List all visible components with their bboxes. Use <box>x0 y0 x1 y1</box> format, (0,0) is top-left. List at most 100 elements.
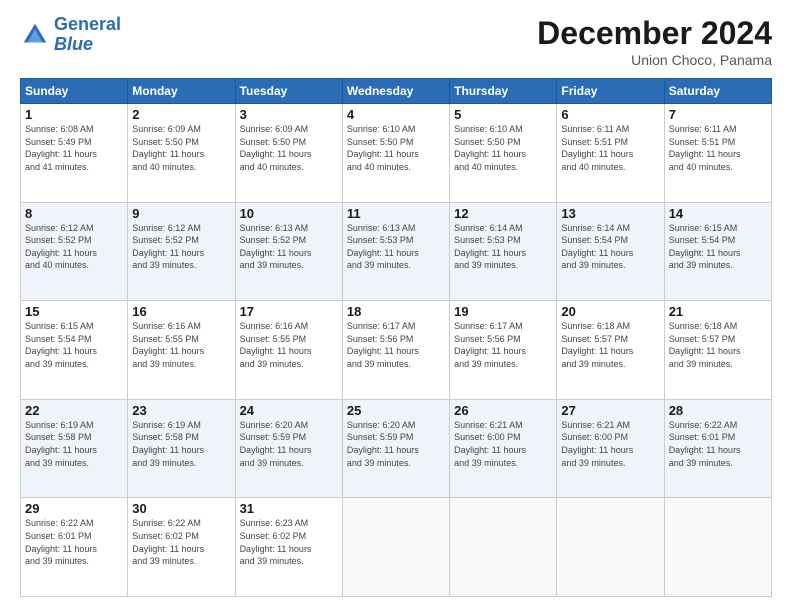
day-number: 4 <box>347 107 445 122</box>
day-info: Sunrise: 6:13 AM Sunset: 5:52 PM Dayligh… <box>240 222 338 272</box>
day-number: 3 <box>240 107 338 122</box>
calendar-cell: 12Sunrise: 6:14 AM Sunset: 5:53 PM Dayli… <box>450 202 557 301</box>
weekday-header-saturday: Saturday <box>664 79 771 104</box>
day-info: Sunrise: 6:21 AM Sunset: 6:00 PM Dayligh… <box>454 419 552 469</box>
day-info: Sunrise: 6:11 AM Sunset: 5:51 PM Dayligh… <box>669 123 767 173</box>
calendar-cell: 27Sunrise: 6:21 AM Sunset: 6:00 PM Dayli… <box>557 399 664 498</box>
day-number: 17 <box>240 304 338 319</box>
calendar-week-3: 15Sunrise: 6:15 AM Sunset: 5:54 PM Dayli… <box>21 301 772 400</box>
calendar-cell: 4Sunrise: 6:10 AM Sunset: 5:50 PM Daylig… <box>342 104 449 203</box>
calendar-cell: 29Sunrise: 6:22 AM Sunset: 6:01 PM Dayli… <box>21 498 128 597</box>
calendar-cell: 24Sunrise: 6:20 AM Sunset: 5:59 PM Dayli… <box>235 399 342 498</box>
calendar-cell: 9Sunrise: 6:12 AM Sunset: 5:52 PM Daylig… <box>128 202 235 301</box>
calendar-body: 1Sunrise: 6:08 AM Sunset: 5:49 PM Daylig… <box>21 104 772 597</box>
day-info: Sunrise: 6:11 AM Sunset: 5:51 PM Dayligh… <box>561 123 659 173</box>
calendar-cell: 6Sunrise: 6:11 AM Sunset: 5:51 PM Daylig… <box>557 104 664 203</box>
day-info: Sunrise: 6:15 AM Sunset: 5:54 PM Dayligh… <box>25 320 123 370</box>
day-number: 26 <box>454 403 552 418</box>
logo: General Blue <box>20 15 121 55</box>
day-number: 19 <box>454 304 552 319</box>
logo-icon <box>20 20 50 50</box>
calendar-cell: 11Sunrise: 6:13 AM Sunset: 5:53 PM Dayli… <box>342 202 449 301</box>
day-info: Sunrise: 6:10 AM Sunset: 5:50 PM Dayligh… <box>347 123 445 173</box>
logo-line1: General <box>54 14 121 34</box>
calendar-week-4: 22Sunrise: 6:19 AM Sunset: 5:58 PM Dayli… <box>21 399 772 498</box>
day-number: 10 <box>240 206 338 221</box>
day-info: Sunrise: 6:17 AM Sunset: 5:56 PM Dayligh… <box>454 320 552 370</box>
day-info: Sunrise: 6:22 AM Sunset: 6:02 PM Dayligh… <box>132 517 230 567</box>
calendar-cell: 14Sunrise: 6:15 AM Sunset: 5:54 PM Dayli… <box>664 202 771 301</box>
calendar-week-5: 29Sunrise: 6:22 AM Sunset: 6:01 PM Dayli… <box>21 498 772 597</box>
weekday-header-tuesday: Tuesday <box>235 79 342 104</box>
day-info: Sunrise: 6:09 AM Sunset: 5:50 PM Dayligh… <box>132 123 230 173</box>
day-info: Sunrise: 6:13 AM Sunset: 5:53 PM Dayligh… <box>347 222 445 272</box>
day-number: 29 <box>25 501 123 516</box>
day-info: Sunrise: 6:12 AM Sunset: 5:52 PM Dayligh… <box>132 222 230 272</box>
calendar-cell: 25Sunrise: 6:20 AM Sunset: 5:59 PM Dayli… <box>342 399 449 498</box>
day-info: Sunrise: 6:18 AM Sunset: 5:57 PM Dayligh… <box>561 320 659 370</box>
calendar-cell: 28Sunrise: 6:22 AM Sunset: 6:01 PM Dayli… <box>664 399 771 498</box>
calendar-cell: 5Sunrise: 6:10 AM Sunset: 5:50 PM Daylig… <box>450 104 557 203</box>
calendar-cell: 7Sunrise: 6:11 AM Sunset: 5:51 PM Daylig… <box>664 104 771 203</box>
day-info: Sunrise: 6:09 AM Sunset: 5:50 PM Dayligh… <box>240 123 338 173</box>
day-number: 24 <box>240 403 338 418</box>
day-number: 20 <box>561 304 659 319</box>
calendar-cell: 17Sunrise: 6:16 AM Sunset: 5:55 PM Dayli… <box>235 301 342 400</box>
day-number: 7 <box>669 107 767 122</box>
day-info: Sunrise: 6:21 AM Sunset: 6:00 PM Dayligh… <box>561 419 659 469</box>
day-info: Sunrise: 6:10 AM Sunset: 5:50 PM Dayligh… <box>454 123 552 173</box>
calendar-cell: 8Sunrise: 6:12 AM Sunset: 5:52 PM Daylig… <box>21 202 128 301</box>
calendar-cell: 31Sunrise: 6:23 AM Sunset: 6:02 PM Dayli… <box>235 498 342 597</box>
calendar-cell <box>342 498 449 597</box>
calendar-cell: 23Sunrise: 6:19 AM Sunset: 5:58 PM Dayli… <box>128 399 235 498</box>
calendar-cell: 22Sunrise: 6:19 AM Sunset: 5:58 PM Dayli… <box>21 399 128 498</box>
calendar-cell <box>450 498 557 597</box>
weekday-header-friday: Friday <box>557 79 664 104</box>
day-number: 13 <box>561 206 659 221</box>
day-info: Sunrise: 6:19 AM Sunset: 5:58 PM Dayligh… <box>25 419 123 469</box>
day-info: Sunrise: 6:16 AM Sunset: 5:55 PM Dayligh… <box>240 320 338 370</box>
weekday-header-row: SundayMondayTuesdayWednesdayThursdayFrid… <box>21 79 772 104</box>
page: General Blue December 2024 Union Choco, … <box>0 0 792 612</box>
day-info: Sunrise: 6:17 AM Sunset: 5:56 PM Dayligh… <box>347 320 445 370</box>
day-number: 30 <box>132 501 230 516</box>
day-number: 5 <box>454 107 552 122</box>
day-number: 28 <box>669 403 767 418</box>
day-number: 18 <box>347 304 445 319</box>
day-number: 25 <box>347 403 445 418</box>
calendar-cell <box>557 498 664 597</box>
calendar-cell: 30Sunrise: 6:22 AM Sunset: 6:02 PM Dayli… <box>128 498 235 597</box>
day-info: Sunrise: 6:14 AM Sunset: 5:53 PM Dayligh… <box>454 222 552 272</box>
day-info: Sunrise: 6:16 AM Sunset: 5:55 PM Dayligh… <box>132 320 230 370</box>
calendar-cell: 1Sunrise: 6:08 AM Sunset: 5:49 PM Daylig… <box>21 104 128 203</box>
calendar-week-1: 1Sunrise: 6:08 AM Sunset: 5:49 PM Daylig… <box>21 104 772 203</box>
day-number: 16 <box>132 304 230 319</box>
day-number: 27 <box>561 403 659 418</box>
calendar-cell: 20Sunrise: 6:18 AM Sunset: 5:57 PM Dayli… <box>557 301 664 400</box>
day-info: Sunrise: 6:22 AM Sunset: 6:01 PM Dayligh… <box>25 517 123 567</box>
day-number: 8 <box>25 206 123 221</box>
weekday-header-monday: Monday <box>128 79 235 104</box>
day-number: 9 <box>132 206 230 221</box>
day-number: 1 <box>25 107 123 122</box>
day-number: 23 <box>132 403 230 418</box>
day-info: Sunrise: 6:23 AM Sunset: 6:02 PM Dayligh… <box>240 517 338 567</box>
calendar-week-2: 8Sunrise: 6:12 AM Sunset: 5:52 PM Daylig… <box>21 202 772 301</box>
calendar-cell: 21Sunrise: 6:18 AM Sunset: 5:57 PM Dayli… <box>664 301 771 400</box>
day-info: Sunrise: 6:18 AM Sunset: 5:57 PM Dayligh… <box>669 320 767 370</box>
calendar-cell: 16Sunrise: 6:16 AM Sunset: 5:55 PM Dayli… <box>128 301 235 400</box>
day-number: 2 <box>132 107 230 122</box>
day-number: 11 <box>347 206 445 221</box>
day-number: 14 <box>669 206 767 221</box>
day-info: Sunrise: 6:15 AM Sunset: 5:54 PM Dayligh… <box>669 222 767 272</box>
weekday-header-thursday: Thursday <box>450 79 557 104</box>
day-number: 22 <box>25 403 123 418</box>
logo-text: General Blue <box>54 15 121 55</box>
day-info: Sunrise: 6:08 AM Sunset: 5:49 PM Dayligh… <box>25 123 123 173</box>
weekday-header-wednesday: Wednesday <box>342 79 449 104</box>
calendar-cell: 13Sunrise: 6:14 AM Sunset: 5:54 PM Dayli… <box>557 202 664 301</box>
day-info: Sunrise: 6:12 AM Sunset: 5:52 PM Dayligh… <box>25 222 123 272</box>
calendar-cell <box>664 498 771 597</box>
day-info: Sunrise: 6:19 AM Sunset: 5:58 PM Dayligh… <box>132 419 230 469</box>
day-number: 15 <box>25 304 123 319</box>
